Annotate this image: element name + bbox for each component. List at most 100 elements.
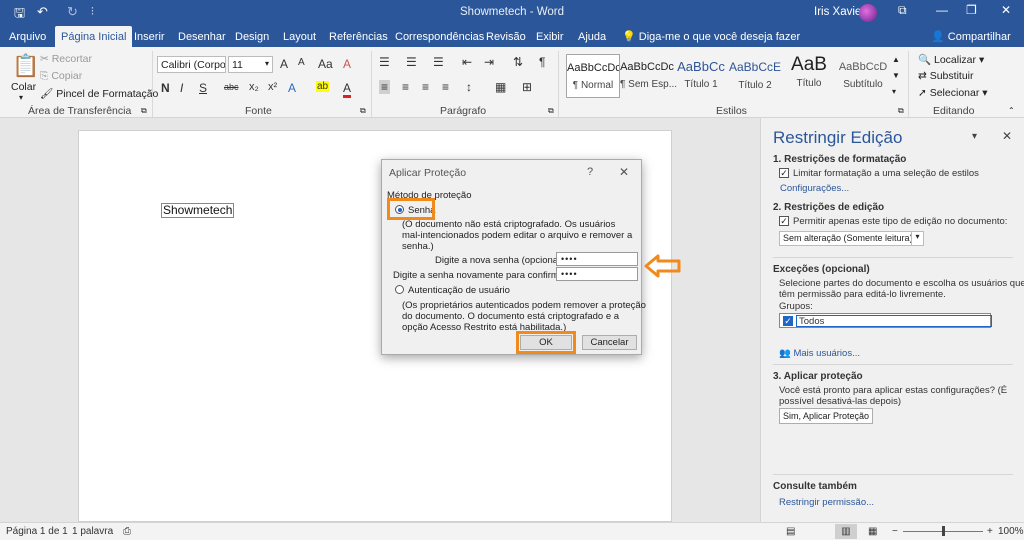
clipboard-launcher-icon[interactable]: ⧉ [141, 106, 147, 116]
select-button[interactable]: ➚ Selecionar ▾ [918, 87, 988, 99]
word-count[interactable]: 1 palavra [72, 526, 113, 537]
tab-referencias[interactable]: Referências [329, 31, 388, 43]
help-icon[interactable]: ? [587, 166, 593, 178]
grow-font-icon[interactable]: A [280, 57, 288, 71]
font-name-select[interactable]: Calibri (Corpo [157, 56, 226, 73]
styles-scroll-up-icon[interactable]: ▲ [892, 55, 900, 64]
proofing-icon[interactable]: ⎙ [123, 526, 131, 537]
borders-icon[interactable]: ⊞ [522, 80, 532, 94]
zoom-in-button[interactable]: + [987, 526, 993, 537]
decrease-indent-icon[interactable]: ⇤ [462, 55, 472, 69]
increase-indent-icon[interactable]: ⇥ [484, 55, 494, 69]
show-formatting-icon[interactable]: ¶ [539, 55, 545, 69]
chevron-down-icon[interactable]: ▾ [19, 93, 23, 102]
zoom-level[interactable]: 100% [998, 526, 1024, 537]
close-icon[interactable]: ✕ [1001, 3, 1011, 17]
subscript-button[interactable]: x₂ [249, 81, 259, 93]
shrink-font-icon[interactable]: A [298, 57, 305, 68]
find-button[interactable]: 🔍 Localizar ▾ [918, 53, 984, 66]
line-spacing-icon[interactable]: ↕ [466, 80, 472, 94]
justify-icon[interactable]: ≡ [442, 80, 449, 94]
tab-exibir[interactable]: Exibir [536, 31, 564, 43]
italic-button[interactable]: I [180, 81, 183, 95]
align-center-icon[interactable]: ≡ [402, 80, 409, 94]
shading-icon[interactable]: ▦ [495, 80, 506, 94]
ribbon-display-icon[interactable]: ⧉ [898, 3, 907, 18]
page-count[interactable]: Página 1 de 1 [6, 526, 68, 537]
editing-type-select[interactable]: Sem alteração (Somente leitura) ▾ [779, 231, 924, 246]
superscript-button[interactable]: x² [268, 81, 277, 93]
font-size-select[interactable]: 11 ▾ [228, 56, 273, 73]
zoom-slider[interactable] [903, 526, 983, 536]
numbering-icon[interactable]: ☰ [406, 55, 417, 69]
collapse-ribbon-icon[interactable]: ⌃ [1008, 106, 1015, 115]
styles-scroll-down-icon[interactable]: ▼ [892, 71, 900, 80]
web-layout-icon[interactable]: ▦ [868, 526, 877, 537]
restore-icon[interactable]: ❐ [966, 3, 977, 17]
align-left-icon[interactable]: ≡ [379, 80, 391, 94]
font-launcher-icon[interactable]: ⧉ [360, 106, 366, 116]
paste-button[interactable]: Colar [11, 81, 36, 93]
user-auth-option-label[interactable]: Autenticação de usuário [408, 285, 510, 296]
style-heading-1[interactable]: AaBbCc Título 1 [674, 54, 728, 98]
clear-format-icon[interactable]: A [343, 57, 351, 71]
tell-me-search[interactable]: 💡 Diga-me o que você deseja fazer [622, 30, 800, 43]
confirm-password-field[interactable]: •••• [556, 267, 638, 281]
tab-revisao[interactable]: Revisão [486, 31, 526, 43]
highlight-color-icon[interactable]: ab [316, 81, 330, 92]
group-item[interactable]: Todos [796, 315, 992, 327]
close-icon[interactable]: ✕ [1002, 129, 1012, 143]
cut-button[interactable]: ✂ Recortar [40, 53, 92, 65]
replace-button[interactable]: ⇄ Substituir [918, 70, 974, 82]
text-effects-icon[interactable]: A [288, 81, 296, 95]
user-name[interactable]: Iris Xavier [814, 6, 865, 18]
settings-link[interactable]: Configurações... [780, 183, 849, 194]
tab-arquivo[interactable]: Arquivo [9, 31, 46, 43]
sort-icon[interactable]: ⇅ [513, 55, 523, 69]
align-right-icon[interactable]: ≡ [422, 80, 429, 94]
style-subtitle[interactable]: AaBbCcD Subtítulo [836, 54, 890, 98]
minimize-icon[interactable]: — [936, 3, 948, 17]
change-case-icon[interactable]: Aa [318, 57, 333, 71]
everyone-checkbox[interactable]: ✓ [783, 316, 793, 326]
new-password-field[interactable]: •••• [556, 252, 638, 266]
paragraph-launcher-icon[interactable]: ⧉ [548, 106, 554, 116]
style-no-spacing[interactable]: AaBbCcDc ¶ Sem Esp... [620, 54, 677, 98]
tab-inserir[interactable]: Inserir [134, 31, 165, 43]
strikethrough-button[interactable]: abc [224, 82, 239, 92]
pane-options-icon[interactable]: ▾ [972, 131, 977, 142]
tab-correspondencias[interactable]: Correspondências [395, 31, 484, 43]
style-normal[interactable]: AaBbCcDc ¶ Normal [566, 54, 620, 98]
print-layout-icon[interactable]: ▥ [835, 524, 857, 539]
multilevel-list-icon[interactable]: ☰ [433, 55, 444, 69]
style-title[interactable]: AaB Título [782, 54, 836, 98]
zoom-out-button[interactable]: − [892, 526, 898, 537]
editing-checkbox[interactable]: ✓ [779, 216, 789, 226]
more-users-link[interactable]: 👥 Mais usuários... [779, 348, 860, 359]
paste-icon[interactable]: 📋 [12, 53, 39, 79]
tab-ajuda[interactable]: Ajuda [578, 31, 606, 43]
style-heading-2[interactable]: AaBbCcE Título 2 [728, 54, 782, 98]
document-text[interactable]: Showmetech [161, 203, 235, 218]
tab-pagina-inicial[interactable]: Página Inicial [55, 26, 133, 47]
restrict-permission-link[interactable]: Restringir permissão... [779, 497, 874, 508]
zoom-slider-thumb[interactable] [942, 526, 945, 536]
share-button[interactable]: 👤 Compartilhar [931, 30, 1011, 43]
formatting-checkbox[interactable]: ✓ [779, 168, 789, 178]
styles-more-icon[interactable]: ▾ [892, 87, 896, 96]
bold-button[interactable]: N [161, 81, 170, 95]
apply-protection-button[interactable]: Sim, Aplicar Proteção [779, 408, 873, 424]
tab-layout[interactable]: Layout [283, 31, 316, 43]
avatar[interactable] [859, 4, 877, 22]
close-icon[interactable]: ✕ [619, 165, 629, 179]
cancel-button[interactable]: Cancelar [582, 335, 637, 350]
font-color-icon[interactable]: A [343, 81, 352, 98]
tab-desenhar[interactable]: Desenhar [178, 31, 226, 43]
styles-launcher-icon[interactable]: ⧉ [898, 106, 904, 116]
tab-design[interactable]: Design [235, 31, 269, 43]
user-auth-radio[interactable] [395, 285, 404, 294]
bullets-icon[interactable]: ☰ [379, 55, 390, 69]
underline-button[interactable]: S [199, 81, 207, 95]
copy-button[interactable]: ⎘ Copiar [40, 70, 82, 83]
format-painter-button[interactable]: 🖌 Pincel de Formatação [40, 87, 158, 100]
